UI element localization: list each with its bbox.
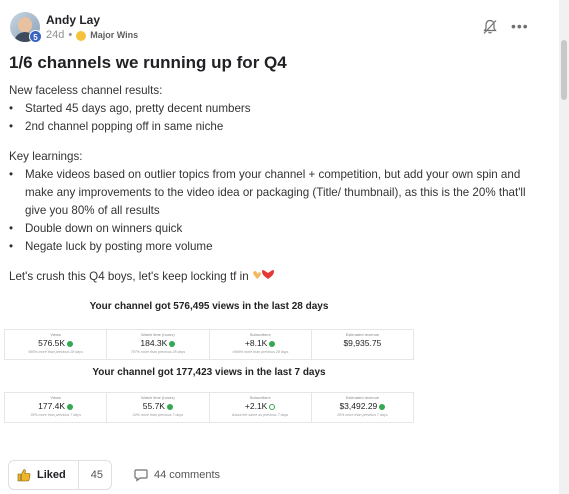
- trend-up-icon: [67, 403, 74, 410]
- intro-text: New faceless channel results:: [9, 84, 163, 97]
- stat-card-views: Views 177.4K 35% more than previous 7 da…: [4, 392, 107, 423]
- post-body: New faceless channel results: • Started 4…: [9, 82, 539, 286]
- list-item: • Double down on winners quick: [9, 222, 183, 235]
- post-footer: Liked 45 44 comments: [8, 460, 220, 490]
- stat-card-views: Views 576.5K 566% more than previous 28 …: [4, 329, 107, 360]
- stats-row-28d: Views 576.5K 566% more than previous 28 …: [4, 329, 414, 360]
- comments-button[interactable]: 44 comments: [134, 468, 220, 482]
- grin-emoji-icon: [76, 31, 87, 41]
- stat-card-watch-time: Watch time (hours) 55.7K 24% more than p…: [106, 392, 209, 423]
- category-label[interactable]: Major Wins: [90, 30, 138, 40]
- post-meta: 24d • Major Wins: [46, 29, 138, 41]
- scrollbar[interactable]: [559, 0, 569, 494]
- post-time: 24d: [46, 29, 65, 41]
- stat-card-revenue: Estimated revenue $3,492.29 28% more tha…: [310, 392, 414, 423]
- stat-card-watch-time: Watch time (hours) 184.3K 797% more than…: [106, 329, 209, 360]
- stats-row-7d: Views 177.4K 35% more than previous 7 da…: [4, 392, 414, 423]
- like-label: Liked: [37, 469, 66, 481]
- comments-label: 44 comments: [153, 469, 221, 481]
- stat-card-subscribers: Subscribers +2.1K About the same as prev…: [208, 392, 311, 423]
- list-item: • Started 45 days ago, pretty decent numb…: [9, 102, 251, 115]
- analytics-screenshot[interactable]: Your channel got 576,495 views in the la…: [4, 293, 414, 435]
- like-count: 45: [90, 469, 103, 481]
- post-card: 5 Andy Lay 24d • Major Wins ••• 1/6 chan…: [0, 0, 556, 494]
- like-button[interactable]: Liked 45: [8, 460, 112, 490]
- stats-heading-28d: Your channel got 576,495 views in the la…: [89, 301, 329, 312]
- post-title: 1/6 channels we running up for Q4: [9, 53, 287, 72]
- trend-up-icon: [67, 340, 74, 347]
- heart-emoji-icon: [251, 268, 275, 286]
- more-options-icon[interactable]: •••: [511, 18, 529, 34]
- stat-card-subscribers: Subscribers +8.1K >999% more than previo…: [208, 329, 311, 360]
- thumbs-up-icon: [17, 469, 31, 482]
- trend-neutral-icon: [269, 403, 276, 410]
- stats-heading-7d: Your channel got 177,423 views in the la…: [92, 367, 326, 378]
- trend-up-icon: [166, 403, 173, 410]
- list-item: • 2nd channel popping off in same niche: [9, 120, 224, 133]
- list-item: • Make videos based on outlier topics fro…: [9, 168, 526, 217]
- author-name[interactable]: Andy Lay: [46, 13, 100, 27]
- bell-icon[interactable]: [483, 19, 497, 35]
- learnings-heading: Key learnings:: [9, 150, 83, 163]
- meta-separator: •: [68, 29, 73, 41]
- level-badge: 5: [29, 30, 42, 43]
- list-item: • Negate luck by posting more volume: [9, 240, 213, 253]
- scrollbar-thumb[interactable]: [561, 40, 567, 100]
- trend-up-icon: [269, 340, 276, 347]
- stat-card-revenue: Estimated revenue $9,935.75: [310, 329, 414, 360]
- trend-up-icon: [379, 403, 386, 410]
- comment-bubble-icon: [134, 469, 148, 482]
- closing-text: Let's crush this Q4 boys, let's keep loc…: [9, 268, 539, 286]
- trend-up-icon: [169, 340, 176, 347]
